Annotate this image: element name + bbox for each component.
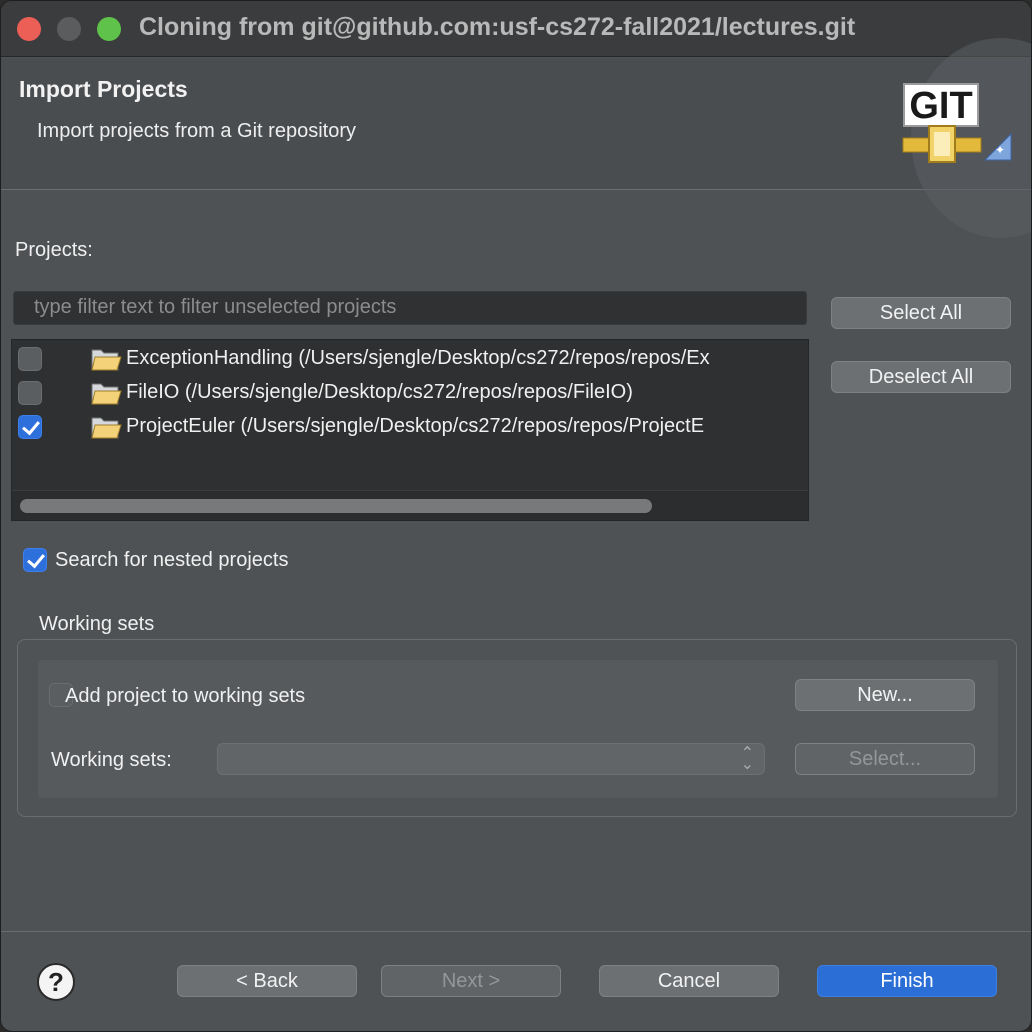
help-icon[interactable]: ?: [37, 963, 75, 1001]
nested-projects-checkbox[interactable]: [23, 548, 47, 572]
wizard-banner: Import Projects Import projects from a G…: [1, 38, 1031, 238]
zoom-window-button[interactable]: [97, 17, 121, 41]
back-button[interactable]: < Back: [177, 965, 357, 997]
project-row-fileio[interactable]: FileIO (/Users/sjengle/Desktop/cs272/rep…: [12, 376, 808, 410]
add-to-working-sets-label: Add project to working sets: [65, 685, 306, 707]
new-working-set-button[interactable]: New...: [795, 679, 975, 711]
open-folder-icon: [91, 417, 122, 439]
project-row-exceptionhandling[interactable]: ExceptionHandling (/Users/sjengle/Deskto…: [12, 342, 808, 376]
open-folder-icon: [91, 349, 122, 371]
updown-chevron-icon: ⌃ ⌄: [740, 745, 754, 773]
minimize-window-button[interactable]: [57, 17, 81, 41]
select-all-button[interactable]: Select All: [831, 297, 1011, 329]
filter-placeholder: type filter text to filter unselected pr…: [34, 296, 397, 318]
working-sets-group: [17, 639, 1017, 817]
select-working-sets-button[interactable]: Select...: [795, 743, 975, 775]
svg-text:✦: ✦: [995, 143, 1005, 157]
project-checkbox-fileio[interactable]: [18, 381, 42, 405]
projects-label: Projects:: [15, 239, 93, 261]
working-sets-label: Working sets:: [51, 749, 172, 771]
project-filter-input[interactable]: type filter text to filter unselected pr…: [13, 291, 807, 325]
page-description: Import projects from a Git repository: [37, 120, 356, 142]
working-sets-combo[interactable]: ⌃ ⌄: [217, 743, 765, 775]
next-button[interactable]: Next >: [381, 965, 561, 997]
close-window-button[interactable]: [17, 17, 41, 41]
project-label: ProjectEuler (/Users/sjengle/Desktop/cs2…: [126, 415, 705, 437]
git-logo-icon: GIT ✦: [902, 83, 1012, 163]
nested-projects-label: Search for nested projects: [55, 549, 289, 571]
cancel-button[interactable]: Cancel: [599, 965, 779, 997]
title-bar[interactable]: Cloning from git@github.com:usf-cs272-fa…: [1, 1, 1031, 57]
open-folder-icon: [91, 383, 122, 405]
projects-tree[interactable]: ExceptionHandling (/Users/sjengle/Deskto…: [11, 339, 809, 521]
window-title: Cloning from git@github.com:usf-cs272-fa…: [139, 13, 856, 41]
project-checkbox-projecteuler[interactable]: [18, 415, 42, 439]
horizontal-scrollbar[interactable]: [12, 490, 808, 520]
page-title: Import Projects: [19, 76, 188, 102]
git-logo-text: GIT: [909, 85, 972, 127]
project-checkbox-exceptionhandling[interactable]: [18, 347, 42, 371]
finish-button[interactable]: Finish: [817, 965, 997, 997]
deselect-all-button[interactable]: Deselect All: [831, 361, 1011, 393]
working-sets-caption: Working sets: [39, 613, 155, 635]
project-label: ExceptionHandling (/Users/sjengle/Deskto…: [126, 347, 710, 369]
footer-divider: [1, 931, 1031, 932]
project-row-projecteuler[interactable]: ProjectEuler (/Users/sjengle/Desktop/cs2…: [12, 410, 808, 444]
project-label: FileIO (/Users/sjengle/Desktop/cs272/rep…: [126, 381, 633, 403]
scrollbar-thumb[interactable]: [20, 499, 652, 513]
import-projects-window: Cloning from git@github.com:usf-cs272-fa…: [0, 0, 1032, 1032]
